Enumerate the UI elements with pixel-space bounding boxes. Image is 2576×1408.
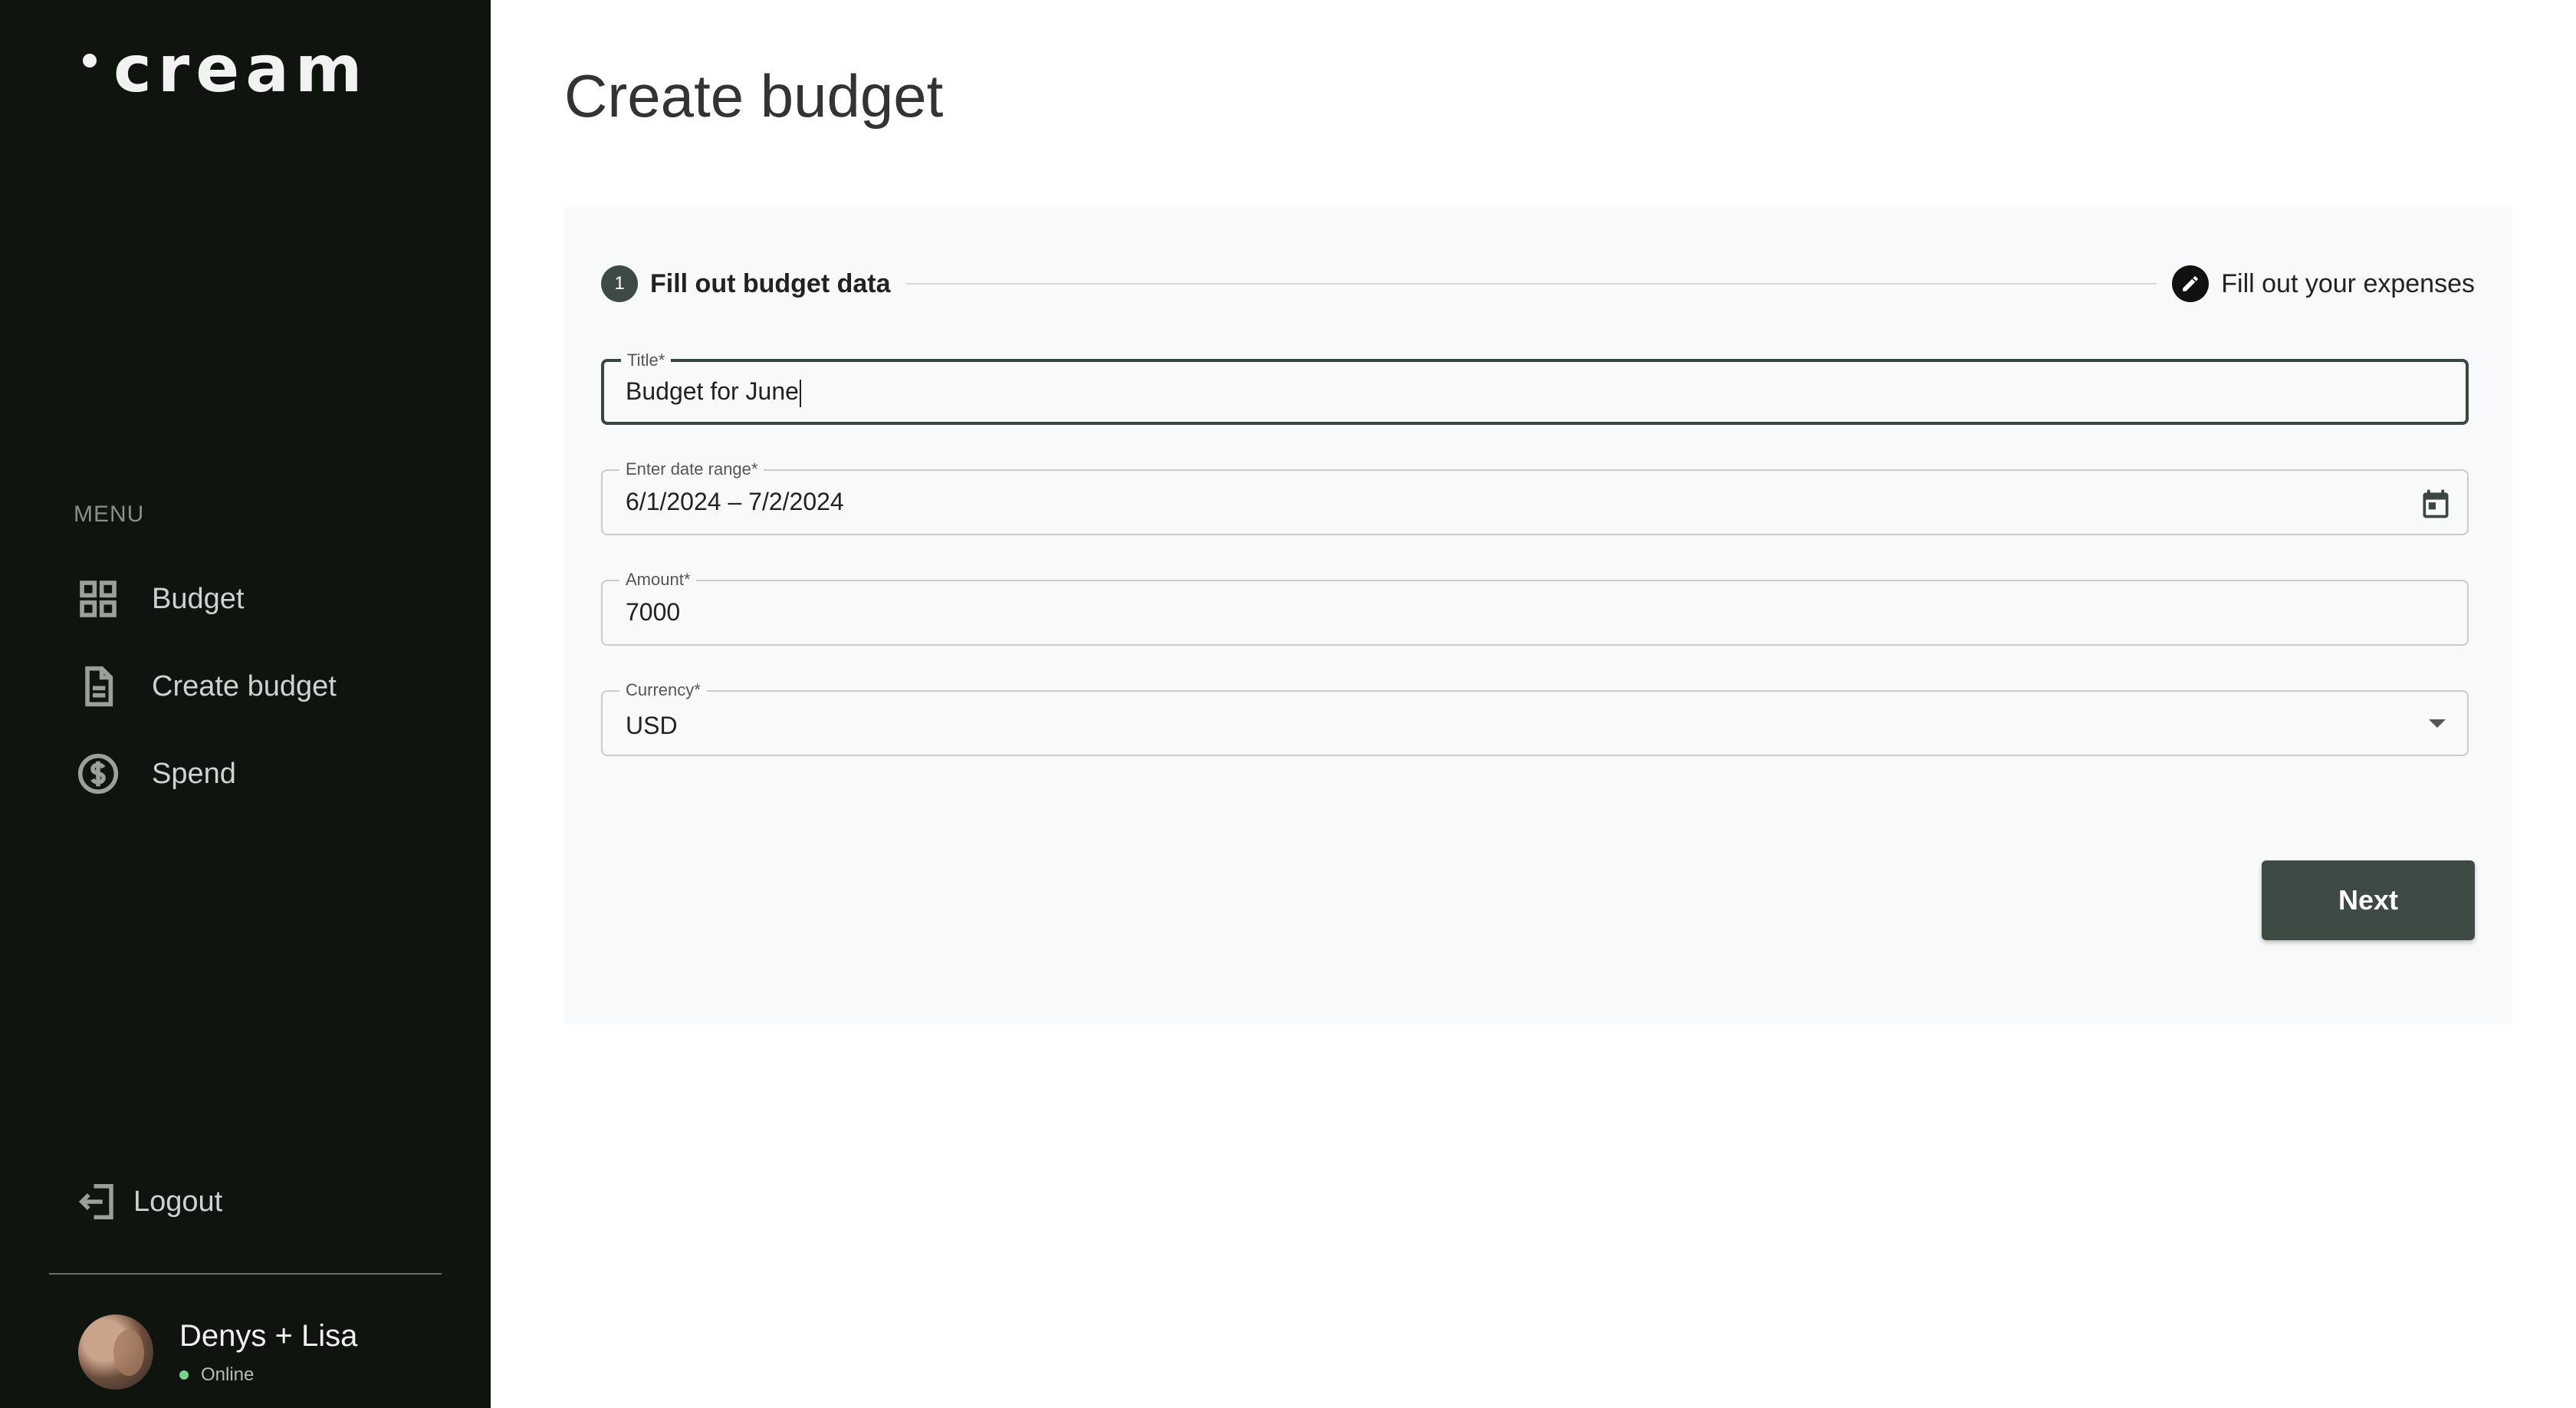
stepper-connector: [905, 283, 2157, 285]
step-fill-budget-data[interactable]: 1 Fill out budget data: [601, 265, 891, 302]
step-fill-expenses[interactable]: Fill out your expenses: [2172, 265, 2475, 302]
document-icon: [74, 662, 123, 711]
create-budget-card: 1 Fill out budget data Fill out your exp…: [564, 207, 2512, 1025]
amount-field[interactable]: Amount* 7000: [601, 570, 2469, 646]
logo-text: cream: [113, 31, 369, 107]
logout-label: Logout: [133, 1185, 223, 1218]
next-button[interactable]: Next: [2262, 860, 2475, 940]
step-number-badge: 1: [601, 265, 638, 302]
page-title: Create budget: [564, 62, 944, 130]
title-input-value: Budget for June: [626, 377, 799, 405]
user-profile[interactable]: Denys + Lisa Online: [78, 1314, 357, 1390]
grid-icon: [74, 574, 123, 623]
logo-dot: [83, 54, 97, 67]
step-label: Fill out your expenses: [2221, 268, 2475, 298]
date-range-field-label: Enter date range*: [619, 459, 764, 479]
sidebar-item-label: Budget: [152, 582, 245, 615]
user-status-label: Online: [201, 1364, 255, 1385]
title-input[interactable]: Budget for June: [626, 376, 801, 407]
sidebar-item-label: Create budget: [152, 669, 337, 702]
title-field[interactable]: Title* Budget for June: [601, 350, 2469, 425]
sidebar-menu: Budget Create budget Spend: [74, 555, 337, 817]
currency-select[interactable]: Currency* USD: [601, 680, 2469, 756]
dollar-circle-icon: [74, 749, 123, 798]
main-content: Create budget 1 Fill out budget data Fil…: [491, 0, 2576, 1408]
date-range-field[interactable]: Enter date range* 6/1/2024 – 7/2/2024: [601, 459, 2469, 535]
currency-selected-value: USD: [626, 712, 678, 739]
amount-input[interactable]: 7000: [626, 597, 680, 627]
sidebar: cream MENU Budget Create budget Spend Lo…: [0, 0, 491, 1408]
sidebar-item-spend[interactable]: Spend: [74, 730, 337, 817]
logout-icon: [78, 1184, 113, 1219]
user-status: Online: [179, 1364, 357, 1386]
logo[interactable]: cream: [83, 31, 368, 107]
text-caret: [799, 379, 801, 407]
currency-field-label: Currency*: [619, 680, 707, 700]
user-name: Denys + Lisa: [179, 1318, 358, 1353]
logout-button[interactable]: Logout: [77, 1181, 222, 1222]
sidebar-item-budget[interactable]: Budget: [74, 555, 337, 643]
date-range-input[interactable]: 6/1/2024 – 7/2/2024: [626, 486, 844, 517]
menu-label: MENU: [74, 502, 145, 527]
calendar-icon[interactable]: [2418, 486, 2453, 521]
user-info: Denys + Lisa Online: [179, 1319, 357, 1386]
pencil-icon: [2172, 265, 2210, 302]
stepper: 1 Fill out budget data Fill out your exp…: [601, 264, 2475, 304]
amount-field-label: Amount*: [619, 570, 697, 590]
chevron-down-icon[interactable]: [2429, 719, 2446, 728]
avatar: [78, 1314, 153, 1390]
online-status-dot-icon: [179, 1370, 189, 1380]
sidebar-item-label: Spend: [152, 757, 236, 790]
sidebar-item-create-budget[interactable]: Create budget: [74, 643, 337, 730]
title-field-label: Title*: [621, 350, 672, 370]
step-label: Fill out budget data: [650, 268, 891, 298]
app-root: cream MENU Budget Create budget Spend Lo…: [0, 0, 2576, 1408]
sidebar-divider: [49, 1273, 442, 1275]
